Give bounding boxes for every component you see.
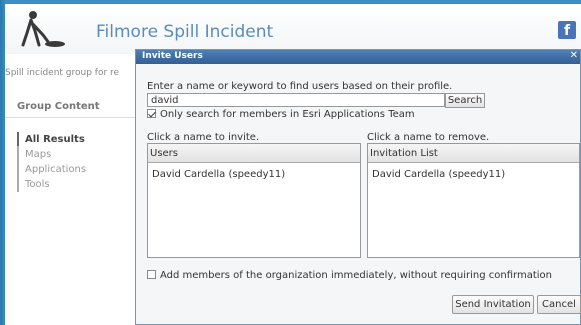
invite-users-dialog: Invite Users ✕ Enter a name or keyword t… — [135, 49, 581, 325]
add-members-checkbox[interactable] — [147, 270, 156, 279]
users-list-item[interactable]: David Cardella (speedy11) — [148, 163, 360, 180]
only-members-checkbox[interactable] — [147, 109, 156, 118]
sidebar-nav: All Results Maps Applications Tools — [17, 132, 135, 192]
dialog-titlebar[interactable]: Invite Users ✕ — [136, 50, 580, 64]
sidebar-item-tools[interactable]: Tools — [19, 177, 135, 192]
invitation-list-header: Invitation List — [368, 144, 579, 163]
search-button[interactable]: Search — [445, 93, 485, 108]
sidebar-item-all-results[interactable]: All Results — [19, 132, 135, 147]
page-header: Filmore Spill Incident f — [5, 4, 581, 54]
add-members-option: Add members of the organization immediat… — [147, 270, 552, 281]
search-input[interactable] — [147, 93, 445, 107]
invitation-list: Invitation List David Cardella (speedy11… — [367, 143, 580, 258]
search-instruction: Enter a name or keyword to find users ba… — [147, 81, 453, 92]
group-content-heading: Group Content — [17, 101, 100, 112]
send-invitation-button[interactable]: Send Invitation — [452, 295, 534, 314]
invitation-hint: Click a name to remove. — [367, 132, 490, 143]
cancel-button[interactable]: Cancel — [537, 295, 581, 314]
only-members-option: Only search for members in Esri Applicat… — [147, 109, 415, 120]
sidebar-active-indicator — [17, 132, 19, 146]
only-members-label: Only search for members in Esri Applicat… — [160, 109, 415, 120]
sidebar-item-applications[interactable]: Applications — [19, 162, 135, 177]
add-members-label: Add members of the organization immediat… — [160, 270, 552, 281]
users-list: Users David Cardella (speedy11) — [147, 143, 361, 258]
users-list-header: Users — [148, 144, 360, 163]
close-icon[interactable]: ✕ — [570, 50, 578, 61]
facebook-icon[interactable]: f — [558, 21, 576, 39]
sidebar-item-maps[interactable]: Maps — [19, 147, 135, 162]
spill-worker-logo-icon — [21, 11, 65, 47]
page-title: Filmore Spill Incident — [96, 22, 274, 42]
dialog-title: Invite Users — [142, 51, 203, 61]
sidebar-divider — [5, 117, 135, 118]
users-hint: Click a name to invite. — [147, 132, 260, 143]
group-subtitle: Spill incident group for re — [5, 68, 120, 78]
invitation-list-item[interactable]: David Cardella (speedy11) — [368, 163, 579, 180]
